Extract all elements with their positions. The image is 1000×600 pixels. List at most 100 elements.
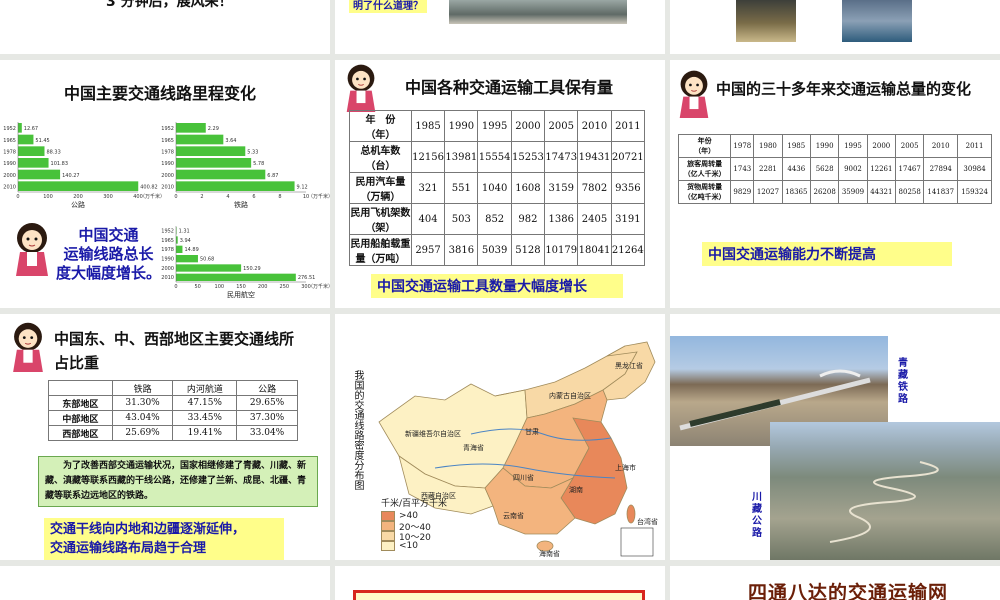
slide-density-map[interactable]: 我国的交通线路密度分布图 新疆维吾尔自治区 西藏自治区 青海省 内蒙古自治区 黑…: [335, 314, 665, 560]
category-label: 1978: [161, 247, 174, 253]
slide-rail-road-photos[interactable]: 青藏铁路 川藏公路: [670, 314, 1000, 560]
slide-1[interactable]: 3 分钟后，展风采！: [0, 0, 330, 54]
table-row: 东部地区 31.30% 47.15% 29.65%: [48, 395, 298, 411]
bar-value: 6.87: [267, 173, 278, 179]
slide-title: 中国各种交通运输工具保有量: [405, 78, 614, 97]
row-label: 民用船舶载重 量（万吨）: [349, 234, 412, 266]
bar-value: 2.29: [208, 126, 219, 132]
table-cell: 159324: [957, 180, 992, 204]
table-cell: 33.04%: [236, 425, 298, 441]
red-framed-box: [353, 590, 645, 600]
slide-12-title: 四通八达的交通运输网: [748, 582, 949, 600]
highlight-conclusion: 中国交通运输工具数量大幅度增长: [371, 274, 623, 298]
tick-label: 4: [226, 194, 229, 200]
bar-value: 88.33: [46, 150, 60, 156]
region-qinghai: 青海省: [463, 443, 484, 452]
table-cell: 9356: [610, 172, 646, 204]
bar: [176, 134, 224, 145]
slide-route-mileage[interactable]: 中国主要交通线路里程变化 1952 12.67 1965 51.45 1978 88.33…: [0, 60, 330, 308]
vehicle-table: 年 份 （年） 1985 1990 1995 2000 2005 2010 2011 总机车数 …: [349, 110, 646, 266]
unit-label: （万千米）: [140, 193, 162, 200]
bar: [18, 169, 61, 180]
region-gansu: 甘肃: [525, 427, 539, 436]
table-cell: 1980: [753, 134, 783, 158]
slide-title-line2: 占比重: [54, 354, 100, 372]
bar-value: 9.12: [297, 185, 308, 191]
highlight-conclusion: 中国交通运输能力不断提高: [702, 242, 952, 266]
bar: [176, 273, 296, 281]
volume-table: 年份 （年） 1978 1980 1985 1990 1995 2000 2005 2010 20…: [677, 134, 992, 204]
table-row: 民用飞机架数 （架） 404 503 852 982 1386 2405 3191: [349, 203, 646, 235]
slide-2[interactable]: 明了什么道理？: [335, 0, 665, 54]
unit-label: （万千米）: [308, 283, 330, 290]
bar-value: 400.82: [140, 185, 158, 191]
slide-regional-share[interactable]: 中国东、中、西部地区主要交通线所 占比重 铁路 内河航道 公路 东部地区 31.30% 4…: [0, 314, 330, 560]
slide-3[interactable]: [670, 0, 1000, 54]
tick-label: 2: [200, 194, 203, 200]
table-cell: 35909: [838, 180, 868, 204]
slide-11[interactable]: [335, 566, 665, 600]
region-shanghai: 上海市: [615, 463, 636, 472]
row-label: 年 份 （年）: [349, 110, 412, 142]
bar-value: 3.94: [180, 238, 191, 244]
bar: [176, 158, 252, 168]
legend-swatch: [381, 511, 395, 521]
region-hainan: 海南省: [539, 549, 560, 558]
table-cell: 3191: [610, 203, 646, 235]
tick-label: 50: [194, 284, 200, 290]
bar-value: 14.89: [184, 247, 198, 253]
category-label: 2000: [161, 173, 174, 179]
bar: [176, 264, 242, 272]
table-cell: 10179: [544, 234, 579, 266]
table-cell: 31.30%: [111, 395, 174, 411]
chart-xlabel: 民用航空: [227, 290, 255, 299]
tick-label: 250: [280, 284, 290, 290]
bar-value: 51.45: [35, 138, 49, 144]
table-cell: 3159: [544, 172, 579, 204]
region-xinjiang: 新疆维吾尔自治区: [405, 429, 461, 438]
table-cell: 19431: [577, 141, 612, 173]
bar-value: 276.51: [298, 275, 316, 281]
category-label: 1952: [161, 229, 174, 235]
table-cell: 37.30%: [236, 410, 298, 426]
slide-10[interactable]: [0, 566, 330, 600]
chart-xlabel: 公路: [71, 200, 85, 209]
table-cell: 17473: [544, 141, 579, 173]
bar-chart-highway: 1952 12.67 1965 51.45 1978 88.33 1990 101.83 200…: [3, 122, 162, 209]
slide-vehicle-ownership[interactable]: 中国各种交通运输工具保有量 年 份 （年） 1985 1990 1995 2000 200…: [335, 60, 665, 308]
tick-label: 0: [16, 194, 19, 200]
tick-label: 0: [174, 194, 177, 200]
table-cell: 5628: [809, 157, 840, 181]
slide-12[interactable]: 四通八达的交通运输网: [670, 566, 1000, 600]
bar: [176, 181, 295, 191]
row-label: 民用飞机架数 （架）: [349, 203, 412, 235]
table-cell: 2010: [577, 110, 612, 142]
bar-value: 140.27: [62, 173, 80, 179]
tick-label: 6: [252, 194, 255, 200]
table-cell: 2405: [577, 203, 612, 235]
map-vertical-title: 我国的交通线路密度分布图: [352, 370, 363, 490]
bar-value: 12.67: [24, 126, 38, 132]
region-sichuan: 四川省: [513, 473, 534, 482]
region-taiwan: 台湾省: [637, 517, 658, 526]
table-header-row: 铁路 内河航道 公路: [48, 380, 298, 396]
ferry-boat-photo: [842, 0, 912, 42]
table-cell: 2000: [866, 134, 897, 158]
region-yunnan: 云南省: [503, 511, 524, 520]
table-cell: 4436: [781, 157, 811, 181]
bar-value: 50.68: [200, 257, 214, 263]
tick-label: 200: [73, 194, 83, 200]
region-heilongjiang: 黑龙江省: [615, 361, 643, 370]
slide-transport-volume[interactable]: 中国的三十多年来交通运输总量的变化 年份 （年） 1978 1980 1985 1990…: [670, 60, 1000, 308]
bar: [176, 236, 178, 244]
unit-label: （万千米）: [308, 193, 330, 200]
legend-swatch: [381, 531, 395, 541]
chart-xlabel: 铁路: [234, 200, 248, 209]
category-label: 1990: [161, 161, 174, 167]
slide-title: 中国主要交通线路里程变化: [64, 84, 257, 103]
table-cell: 5039: [477, 234, 512, 266]
row-label: 总机车数 （台）: [349, 141, 412, 173]
table-cell: 5128: [510, 234, 546, 266]
train-interior-photo: [449, 0, 627, 24]
category-label: 1952: [3, 126, 16, 132]
